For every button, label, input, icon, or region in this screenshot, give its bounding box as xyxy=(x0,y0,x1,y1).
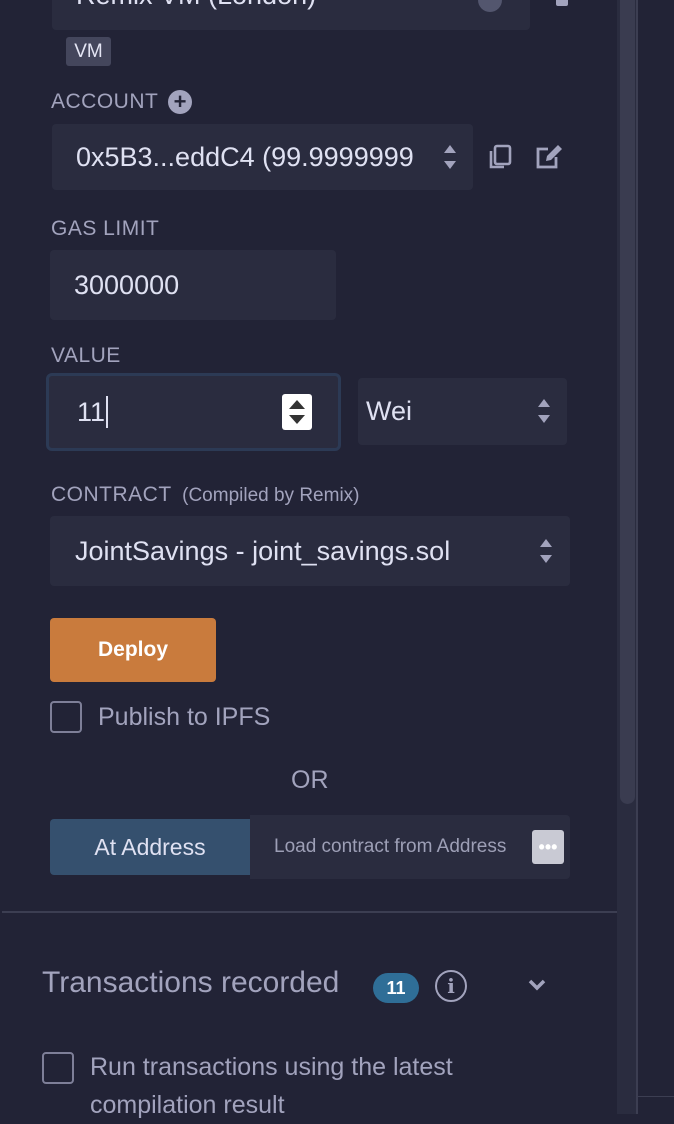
contract-select[interactable]: JointSavings - joint_savings.sol xyxy=(50,516,570,586)
copy-icon[interactable] xyxy=(486,143,514,171)
edit-icon[interactable] xyxy=(534,143,564,171)
value-unit-select[interactable]: Wei xyxy=(358,378,567,445)
environment-select[interactable]: Remix VM (London) xyxy=(52,0,530,30)
transactions-title: Transactions recorded xyxy=(42,966,340,999)
chevron-updown-icon xyxy=(443,145,457,169)
scrollbar-thumb[interactable] xyxy=(620,0,635,804)
at-address-button[interactable]: At Address xyxy=(50,819,250,875)
environment-value: Remix VM (London) xyxy=(76,0,316,11)
add-account-icon[interactable]: + xyxy=(168,90,193,114)
value-label: VALUE xyxy=(51,344,121,367)
account-select[interactable]: 0x5B3...eddC4 (99.9999999 xyxy=(52,124,473,190)
publish-ipfs-label: Publish to IPFS xyxy=(98,702,271,731)
number-spinner[interactable] xyxy=(282,394,312,430)
chevron-updown-icon xyxy=(537,399,551,423)
chevron-down-icon[interactable] xyxy=(527,978,547,992)
contract-label: CONTRACT (Compiled by Remix) xyxy=(51,483,360,506)
publish-ipfs-row[interactable]: Publish to IPFS xyxy=(50,701,270,733)
section-divider xyxy=(2,911,618,913)
account-value: 0x5B3...eddC4 (99.9999999 xyxy=(76,141,414,172)
contract-sublabel: (Compiled by Remix) xyxy=(182,485,360,506)
right-panel xyxy=(638,0,674,1114)
info-icon[interactable]: i xyxy=(435,970,467,1002)
spin-down-icon[interactable] xyxy=(289,415,305,424)
info-icon xyxy=(478,0,502,12)
or-divider-text: OR xyxy=(291,766,329,794)
spin-up-icon[interactable] xyxy=(289,400,305,409)
run-latest-label: Run transactions using the latest compil… xyxy=(90,1053,453,1119)
deploy-button[interactable]: Deploy xyxy=(50,618,216,682)
address-input[interactable]: Load contract from Address ••• xyxy=(250,815,570,879)
right-panel-divider xyxy=(638,1096,674,1097)
environment-help-icon[interactable] xyxy=(556,0,568,6)
text-cursor xyxy=(106,396,109,428)
publish-ipfs-checkbox[interactable] xyxy=(50,701,82,733)
vm-badge: VM xyxy=(66,37,111,66)
value-input[interactable]: 11 xyxy=(46,373,341,451)
run-latest-checkbox[interactable] xyxy=(42,1052,74,1084)
transactions-count-badge: 11 xyxy=(373,973,419,1003)
chevron-updown-icon xyxy=(539,539,553,563)
gas-limit-input[interactable]: 3000000 xyxy=(50,250,336,320)
account-label: ACCOUNT + xyxy=(51,90,193,114)
more-options-icon[interactable]: ••• xyxy=(532,830,564,864)
gas-limit-label: GAS LIMIT xyxy=(51,217,160,240)
